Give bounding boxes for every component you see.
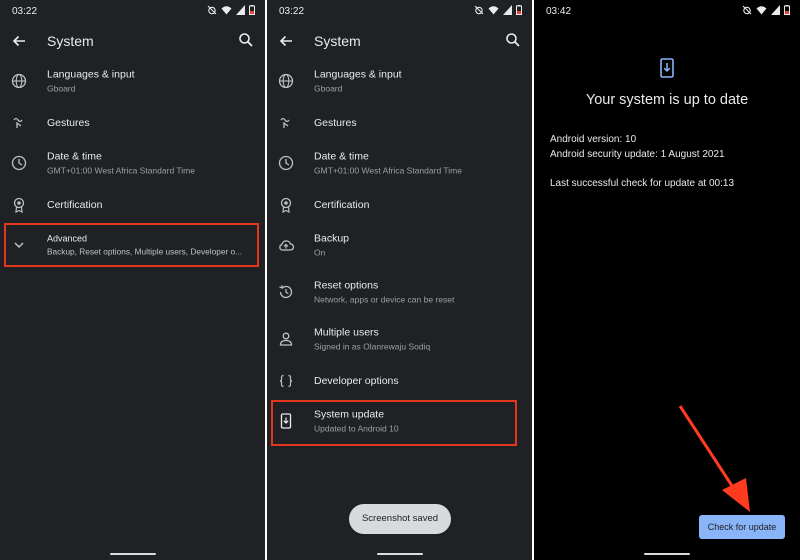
chevron-down-icon: [14, 242, 24, 249]
settings-item-multiple-users[interactable]: Multiple users Signed in as Olanrewaju So…: [267, 316, 532, 362]
item-subtitle: Signed in as Olanrewaju Sodiq: [314, 341, 431, 352]
status-time: 03:22: [279, 6, 305, 17]
history-icon: [279, 285, 293, 299]
item-subtitle: On: [314, 247, 326, 258]
android-version-text: Android version: 10: [550, 134, 637, 145]
system-update-screen: 03:42 Your system is up to date Android …: [534, 0, 800, 560]
item-label: Languages & input: [47, 68, 135, 81]
item-label: Multiple users: [314, 326, 379, 339]
alarm-off-icon: [742, 5, 752, 15]
settings-system-screen-1: 03:22 System Languages & input Gboard Ges…: [0, 0, 265, 560]
search-icon[interactable]: [504, 31, 522, 49]
item-label: Certification: [47, 199, 103, 211]
globe-icon: [278, 73, 294, 89]
status-bar: 03:42: [534, 0, 800, 24]
certification-icon: [13, 197, 25, 214]
back-arrow-icon[interactable]: [10, 32, 28, 50]
wifi-icon: [221, 6, 232, 15]
item-label: Date & time: [314, 150, 369, 163]
item-subtitle: Updated to Android 10: [314, 423, 399, 434]
settings-item-date-time[interactable]: Date & time GMT+01:00 West Africa Standar…: [267, 140, 532, 186]
item-subtitle: GMT+01:00 West Africa Standard Time: [47, 165, 195, 176]
toast-screenshot-saved: Screenshot saved: [349, 504, 451, 534]
search-icon[interactable]: [237, 31, 255, 49]
item-label: Reset options: [314, 279, 379, 292]
item-label: Advanced: [47, 233, 88, 244]
page-title: System: [314, 33, 361, 49]
clock-icon: [11, 155, 27, 171]
battery-low-icon: [516, 5, 522, 15]
item-label: Certification: [314, 199, 370, 211]
settings-item-date-time[interactable]: Date & time GMT+01:00 West Africa Standar…: [0, 140, 265, 186]
status-time: 03:22: [12, 6, 38, 17]
settings-item-reset-options[interactable]: Reset options Network, apps or device can…: [267, 269, 532, 315]
settings-item-system-update[interactable]: System update Updated to Android 10: [267, 398, 532, 444]
item-subtitle: Network, apps or device can be reset: [314, 294, 455, 305]
check-for-update-button[interactable]: Check for update: [699, 515, 785, 539]
item-label: Gestures: [314, 117, 357, 129]
item-subtitle: Gboard: [47, 83, 76, 94]
item-label: Developer options: [314, 375, 399, 387]
person-icon: [279, 332, 293, 346]
item-label: Backup: [314, 232, 350, 245]
signal-icon: [503, 5, 512, 15]
settings-item-languages[interactable]: Languages & input Gboard: [267, 58, 532, 104]
last-check-text: Last successful check for update at 00:1…: [550, 178, 734, 189]
item-label: Languages & input: [314, 68, 402, 81]
battery-low-icon: [249, 5, 255, 15]
item-subtitle: Gboard: [314, 83, 343, 94]
gestures-icon: [13, 117, 23, 128]
item-label: System update: [314, 408, 385, 421]
certification-icon: [280, 197, 292, 214]
signal-icon: [236, 5, 245, 15]
alarm-off-icon: [207, 5, 217, 15]
item-subtitle: Backup, Reset options, Multiple users, D…: [47, 246, 243, 257]
pointer-arrow: [678, 405, 750, 512]
gestures-icon: [280, 117, 290, 128]
page-title: System: [47, 33, 94, 49]
cloud-upload-icon: [279, 240, 295, 251]
settings-item-backup[interactable]: Backup On: [267, 222, 532, 268]
item-subtitle: GMT+01:00 West Africa Standard Time: [314, 165, 462, 176]
status-bar: 03:22: [267, 0, 532, 24]
wifi-icon: [488, 6, 499, 15]
update-status-title: Your system is up to date: [585, 92, 749, 108]
battery-low-icon: [784, 5, 790, 15]
system-update-icon: [660, 58, 674, 78]
system-update-icon: [280, 413, 292, 429]
item-label: Date & time: [47, 150, 102, 163]
app-bar: System: [267, 24, 532, 58]
signal-icon: [771, 5, 780, 15]
alarm-off-icon: [474, 5, 484, 15]
settings-system-screen-2: 03:22 System Languages & input Gboard Ges…: [267, 0, 532, 560]
clock-icon: [278, 155, 294, 171]
nav-handle[interactable]: [109, 553, 156, 555]
settings-item-advanced[interactable]: Advanced Backup, Reset options, Multiple …: [0, 222, 265, 268]
braces-icon: [279, 374, 293, 388]
nav-handle[interactable]: [644, 553, 690, 555]
app-bar: System: [0, 24, 265, 58]
item-label: Gestures: [47, 117, 90, 129]
nav-handle[interactable]: [376, 553, 423, 555]
status-bar: 03:22: [0, 0, 265, 24]
security-update-text: Android security update: 1 August 2021: [550, 149, 725, 160]
back-arrow-icon[interactable]: [277, 32, 295, 50]
globe-icon: [11, 73, 27, 89]
status-time: 03:42: [546, 6, 572, 17]
wifi-icon: [756, 6, 767, 15]
settings-item-languages[interactable]: Languages & input Gboard: [0, 58, 265, 104]
